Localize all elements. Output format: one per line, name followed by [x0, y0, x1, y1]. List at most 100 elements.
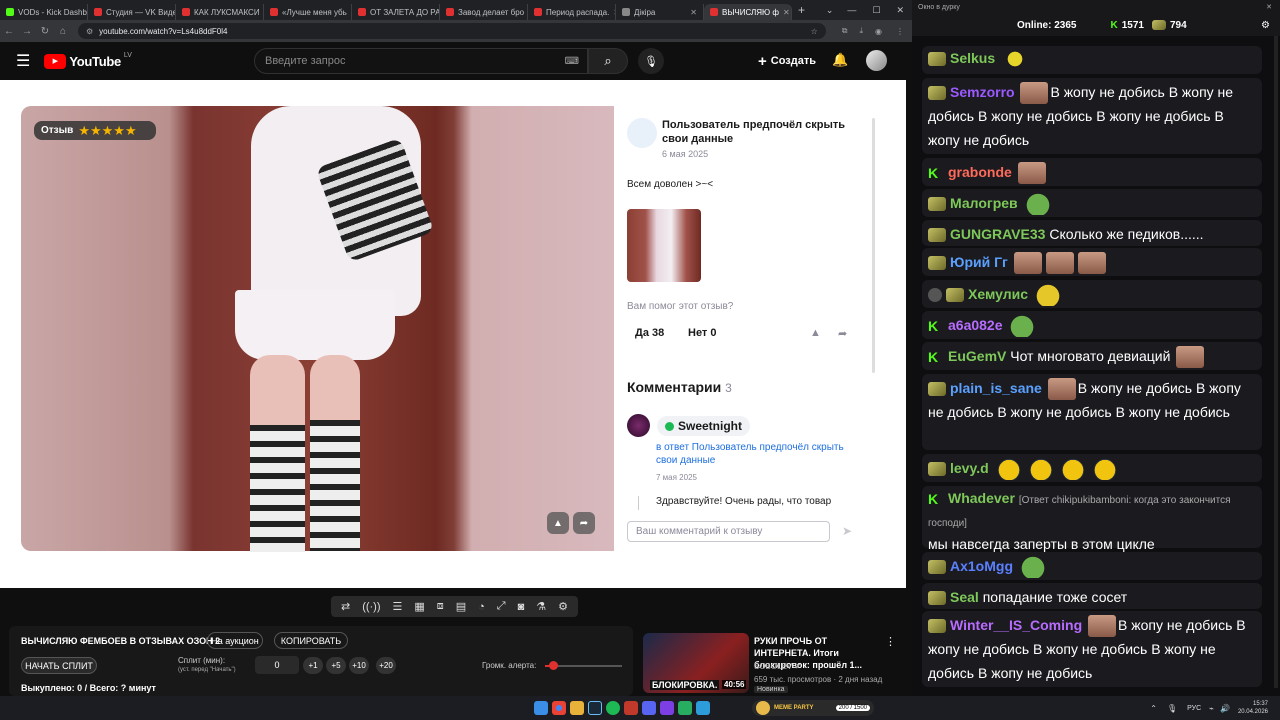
browser-tab[interactable]: VODs - Kick Dashb✕ [0, 4, 88, 20]
recommended-channel[interactable]: SOBOLEV ✔ [754, 662, 801, 671]
audio-icon[interactable]: ((·)) [362, 601, 380, 613]
close-icon[interactable]: ✕ [783, 8, 790, 17]
chat-username[interactable]: Юрий Гг [950, 254, 1008, 270]
more-options-icon[interactable]: ⋮ [885, 635, 896, 648]
search-button[interactable]: ⌕ [588, 48, 628, 74]
language-indicator[interactable]: РУС [1187, 705, 1201, 712]
browser-tab[interactable]: Дiкiра ✕ [616, 4, 704, 20]
menu-icon[interactable]: ⋮ [888, 27, 912, 36]
speed-icon[interactable]: ◔ [478, 601, 485, 613]
new-tab-icon[interactable]: + [798, 3, 805, 17]
clock[interactable]: 15:37 20.04.2026 [1238, 700, 1268, 716]
add-1-button[interactable]: +1 [303, 657, 323, 674]
close-icon[interactable]: ✕ [690, 8, 697, 17]
youtube-logo[interactable]: ▶ YouTube LV [44, 52, 132, 69]
avatar[interactable] [866, 50, 887, 71]
share-button[interactable]: ➦ [573, 512, 595, 534]
browser-tab[interactable]: КАК ЛУКСМАКСИ✕ [176, 4, 264, 20]
playlist-icon[interactable]: ☰ [393, 600, 403, 613]
minimize-icon[interactable]: — [839, 5, 864, 15]
close-window-icon[interactable]: ✕ [888, 5, 912, 16]
volume-icon[interactable]: 🔊 [1220, 704, 1230, 713]
voice-search-button[interactable]: 🎙 [638, 48, 664, 74]
url-field[interactable]: ⚙ youtube.com/watch?v=Ls4u8ddF0l4 ☆ [78, 23, 826, 39]
tray-mic-icon[interactable]: 🎙 [1167, 704, 1177, 713]
film-icon[interactable]: ▦ [414, 600, 424, 613]
chat-username[interactable]: Selkus [950, 50, 995, 66]
chat-username[interactable]: Winter__IS_Coming [950, 617, 1082, 633]
settings-gear-icon[interactable]: ⚙ [558, 600, 568, 613]
app-icon[interactable] [642, 701, 656, 715]
screenshot-icon[interactable]: ◙ [518, 601, 525, 613]
chat-username[interactable]: plain_is_sane [950, 380, 1042, 396]
hamburger-menu-icon[interactable]: ☰ [16, 51, 30, 71]
seller-name-tag[interactable]: Sweetnight [657, 416, 751, 436]
search-input[interactable]: Введите запрос ⌨ [254, 48, 588, 74]
share-review-icon[interactable]: ➦ [838, 327, 847, 340]
browser-tab-active[interactable]: ВЫЧИСЛЯЮ ф ✕ [704, 4, 792, 20]
browser-tab[interactable]: «Лучше меня убь✕ [264, 4, 352, 20]
extensions-icon[interactable]: ⧉ [836, 26, 854, 36]
browser-tab[interactable]: ОТ ЗАЛЕТА ДО РА✕ [352, 4, 440, 20]
app-icon[interactable] [660, 701, 674, 715]
network-icon[interactable]: ⌁ [1209, 704, 1214, 713]
chat-username[interactable]: Ax1oMgg [950, 558, 1013, 574]
picture-in-picture-icon[interactable]: ⧈ [437, 600, 444, 613]
report-review-icon[interactable]: ▲ [810, 327, 821, 339]
download-icon[interactable]: ⤓ [853, 26, 869, 36]
chat-username[interactable]: EuGemV [948, 348, 1006, 364]
chat-username[interactable]: grabonde [948, 164, 1012, 180]
steam-icon[interactable] [588, 701, 602, 715]
add-10-button[interactable]: +10 [349, 657, 369, 674]
helpful-no-button[interactable]: Нет 0 [688, 327, 716, 339]
meme-party-widget[interactable]: MEME PARTY 200 / 1500 [752, 700, 874, 716]
send-comment-icon[interactable]: ➤ [842, 524, 852, 538]
chat-username[interactable]: Хемулис [968, 286, 1028, 302]
chat-username[interactable]: a6a082e [948, 317, 1003, 333]
chat-username[interactable]: levy.d [950, 460, 989, 476]
filter-icon[interactable]: ⚗ [536, 600, 546, 613]
review-scrollbar[interactable] [872, 118, 875, 373]
tab-search-icon[interactable]: ⌄ [826, 5, 840, 16]
volume-slider-handle[interactable] [549, 661, 558, 670]
subtitles-icon[interactable]: ▤ [456, 600, 466, 613]
forward-icon[interactable]: → [18, 26, 36, 37]
chat-scrollbar[interactable] [1274, 36, 1278, 688]
app-icon[interactable] [624, 701, 638, 715]
site-info-icon[interactable]: ⚙ [86, 27, 93, 36]
bookmark-star-icon[interactable]: ☆ [811, 27, 818, 36]
chat-username[interactable]: GUNGRAVE33 [950, 226, 1045, 242]
chat-username[interactable]: Seal [950, 589, 979, 605]
app-icon[interactable] [696, 701, 710, 715]
explorer-icon[interactable] [570, 701, 584, 715]
reload-icon[interactable]: ↻ [36, 26, 54, 37]
comment-input[interactable]: Ваш комментарий к отзыву [627, 521, 830, 542]
tray-chevron-icon[interactable]: ⌃ [1150, 704, 1157, 713]
copy-button[interactable]: КОПИРОВАТЬ [274, 632, 348, 649]
notifications-bell-icon[interactable]: 🔔 [832, 52, 848, 68]
chat-username[interactable]: Малогрев [950, 195, 1018, 211]
chat-username[interactable]: Whadever [948, 490, 1015, 506]
add-20-button[interactable]: +20 [376, 657, 396, 674]
clip-icon[interactable]: ⤢ [497, 600, 506, 613]
spotify-icon[interactable] [606, 701, 620, 715]
create-button[interactable]: + Создать [758, 50, 816, 72]
browser-tab[interactable]: Завод делает бро✕ [440, 4, 528, 20]
auction-button[interactable]: На аукцион [207, 632, 263, 649]
chat-settings-icon[interactable]: ⚙ [1261, 20, 1270, 31]
browser-tab[interactable]: Период распада.✕ [528, 4, 616, 20]
add-5-button[interactable]: +5 [326, 657, 346, 674]
report-button[interactable]: ▲ [547, 512, 569, 534]
helpful-yes-button[interactable]: Да 38 [635, 327, 664, 339]
chrome-icon[interactable] [552, 701, 566, 715]
profile-icon[interactable]: ◉ [869, 27, 888, 36]
chat-close-icon[interactable]: ✕ [1266, 3, 1272, 11]
app-icon[interactable] [678, 701, 692, 715]
keyboard-icon[interactable]: ⌨ [565, 56, 579, 67]
start-split-button[interactable]: НАЧАТЬ СПЛИТ [21, 657, 97, 674]
windows-start-icon[interactable] [534, 701, 548, 715]
review-thumbnail[interactable] [627, 209, 701, 282]
loop-icon[interactable]: ⇄ [341, 600, 350, 613]
browser-tab[interactable]: Студия — VK Видео✕ [88, 4, 176, 20]
back-icon[interactable]: ← [0, 26, 18, 37]
